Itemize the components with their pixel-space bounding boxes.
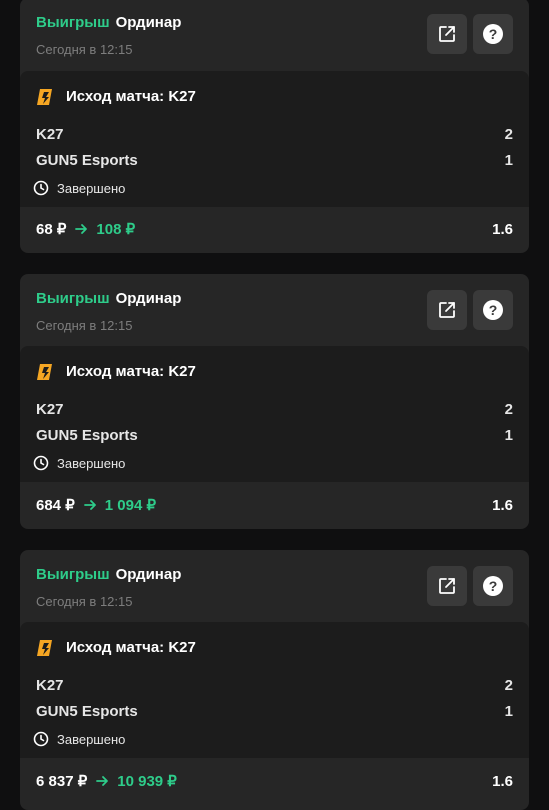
bet-details: Исход матча: K27 K27 2 GUN5 Esports 1 За… bbox=[20, 622, 529, 758]
bet-header: Выигрыш Ординар bbox=[36, 290, 181, 307]
svg-text:?: ? bbox=[489, 302, 498, 318]
team-name: GUN5 Esports bbox=[36, 152, 138, 169]
external-link-icon bbox=[439, 578, 455, 594]
bet-amounts: 6 837 ₽ 10 939 ₽ bbox=[36, 772, 177, 790]
arrow-right-icon bbox=[95, 774, 109, 788]
bet-footer: 68 ₽ 108 ₽ 1.6 bbox=[36, 220, 513, 239]
question-icon: ? bbox=[483, 576, 503, 596]
team-score: 1 bbox=[504, 152, 513, 169]
match-state: Завершено bbox=[33, 731, 125, 747]
payout-amount: 10 939 ₽ bbox=[117, 773, 177, 790]
bet-footer: 684 ₽ 1 094 ₽ 1.6 bbox=[36, 496, 513, 515]
bet-header: Выигрыш Ординар bbox=[36, 14, 181, 31]
team-name: GUN5 Esports bbox=[36, 703, 138, 720]
bet-amounts: 684 ₽ 1 094 ₽ bbox=[36, 496, 156, 514]
match-state: Завершено bbox=[33, 180, 125, 196]
svg-text:?: ? bbox=[489, 578, 498, 594]
arrow-right-icon bbox=[74, 222, 88, 236]
team-row: GUN5 Esports 1 bbox=[36, 703, 513, 720]
bet-card[interactable]: Выигрыш Ординар Сегодня в 12:15 ? Исход м… bbox=[20, 550, 529, 810]
bet-card[interactable]: Выигрыш Ординар Сегодня в 12:15 ? Исход м… bbox=[20, 0, 529, 253]
esports-icon bbox=[37, 364, 52, 380]
clock-icon bbox=[33, 731, 49, 747]
external-link-icon bbox=[439, 26, 455, 42]
esports-icon bbox=[37, 89, 52, 105]
bet-type: Ординар bbox=[115, 566, 182, 583]
bet-details: Исход матча: K27 K27 2 GUN5 Esports 1 За… bbox=[20, 346, 529, 482]
team-row: K27 2 bbox=[36, 677, 513, 694]
match-state-label: Завершено bbox=[57, 180, 126, 196]
team-score: 2 bbox=[504, 401, 513, 418]
bet-header: Выигрыш Ординар bbox=[36, 566, 181, 583]
bet-date: Сегодня в 12:15 bbox=[36, 318, 133, 333]
question-icon: ? bbox=[483, 24, 503, 44]
odds-value: 1.6 bbox=[492, 220, 513, 238]
bet-card[interactable]: Выигрыш Ординар Сегодня в 12:15 ? Исход м… bbox=[20, 274, 529, 529]
odds-value: 1.6 bbox=[492, 496, 513, 514]
share-button[interactable] bbox=[427, 566, 467, 606]
help-button[interactable]: ? bbox=[473, 14, 513, 54]
team-name: K27 bbox=[36, 126, 64, 143]
help-button[interactable]: ? bbox=[473, 566, 513, 606]
external-link-icon bbox=[439, 302, 455, 318]
bet-amounts: 68 ₽ 108 ₽ bbox=[36, 220, 135, 238]
team-score: 2 bbox=[504, 677, 513, 694]
team-name: GUN5 Esports bbox=[36, 427, 138, 444]
market-title: Исход матча: K27 bbox=[66, 363, 196, 380]
team-name: K27 bbox=[36, 401, 64, 418]
team-name: K27 bbox=[36, 677, 64, 694]
match-state-label: Завершено bbox=[57, 455, 126, 471]
team-row: GUN5 Esports 1 bbox=[36, 427, 513, 444]
stake-amount: 68 ₽ bbox=[36, 221, 67, 238]
share-button[interactable] bbox=[427, 14, 467, 54]
bet-status: Выигрыш bbox=[36, 566, 110, 583]
bet-details: Исход матча: K27 K27 2 GUN5 Esports 1 За… bbox=[20, 71, 529, 207]
team-score: 1 bbox=[504, 427, 513, 444]
share-button[interactable] bbox=[427, 290, 467, 330]
team-row: K27 2 bbox=[36, 401, 513, 418]
match-state: Завершено bbox=[33, 455, 125, 471]
payout-amount: 108 ₽ bbox=[96, 221, 136, 238]
svg-text:?: ? bbox=[489, 26, 498, 42]
question-icon: ? bbox=[483, 300, 503, 320]
help-button[interactable]: ? bbox=[473, 290, 513, 330]
clock-icon bbox=[33, 180, 49, 196]
esports-icon bbox=[37, 640, 52, 656]
team-score: 1 bbox=[504, 703, 513, 720]
bet-date: Сегодня в 12:15 bbox=[36, 594, 133, 609]
market-title: Исход матча: K27 bbox=[66, 88, 196, 105]
bet-footer: 6 837 ₽ 10 939 ₽ 1.6 bbox=[36, 772, 513, 791]
stake-amount: 684 ₽ bbox=[36, 497, 75, 514]
stake-amount: 6 837 ₽ bbox=[36, 773, 88, 790]
team-row: K27 2 bbox=[36, 126, 513, 143]
arrow-right-icon bbox=[83, 498, 97, 512]
clock-icon bbox=[33, 455, 49, 471]
match-state-label: Завершено bbox=[57, 731, 126, 747]
bet-status: Выигрыш bbox=[36, 14, 110, 31]
odds-value: 1.6 bbox=[492, 772, 513, 790]
bet-date: Сегодня в 12:15 bbox=[36, 42, 133, 57]
bet-status: Выигрыш bbox=[36, 290, 110, 307]
payout-amount: 1 094 ₽ bbox=[104, 497, 156, 514]
bet-type: Ординар bbox=[115, 14, 182, 31]
team-score: 2 bbox=[504, 126, 513, 143]
market-title: Исход матча: K27 bbox=[66, 639, 196, 656]
bet-type: Ординар bbox=[115, 290, 182, 307]
team-row: GUN5 Esports 1 bbox=[36, 152, 513, 169]
